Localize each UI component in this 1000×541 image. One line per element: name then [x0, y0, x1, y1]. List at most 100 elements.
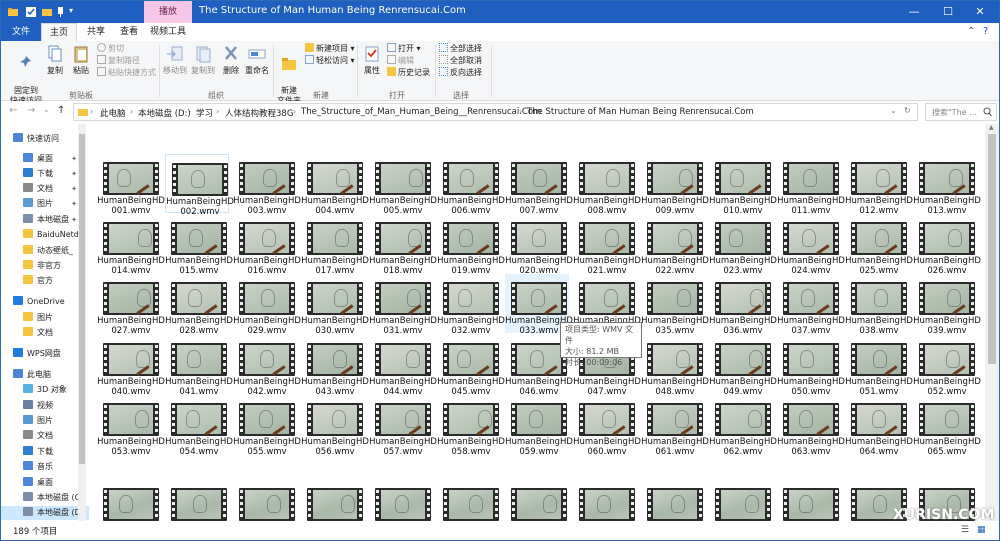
file-item[interactable]: HumanBeingHD 002.wmv [165, 154, 234, 217]
nav-item[interactable]: 下载 [1, 445, 89, 459]
nav-item[interactable]: 下载 ✦ [1, 167, 89, 181]
file-item[interactable]: HumanBeingHD 051.wmv [845, 335, 913, 397]
file-item[interactable] [97, 480, 161, 521]
new-folder-button[interactable]: 新建 文件夹 [275, 44, 303, 106]
file-item[interactable]: HumanBeingHD 003.wmv [233, 154, 301, 216]
breadcrumb-this-pc[interactable]: 此电脑 [100, 107, 126, 119]
nav-item[interactable]: 3D 对象 [1, 383, 89, 397]
refresh-icon[interactable]: ↻ [904, 106, 911, 115]
breadcrumb-drive-d[interactable]: 本地磁盘 (D:) [138, 107, 191, 119]
quick-access-dropdown-icon[interactable]: ▾ [69, 6, 73, 15]
file-item[interactable]: HumanBeingHD 055.wmv [233, 395, 301, 457]
up-arrow-icon[interactable]: ↑ [57, 105, 65, 116]
nav-item[interactable]: 快速访问 [1, 132, 89, 146]
file-item[interactable]: HumanBeingHD 005.wmv [369, 154, 437, 216]
maximize-button[interactable]: ☐ [933, 1, 963, 23]
file-item[interactable]: HumanBeingHD 004.wmv [301, 154, 369, 216]
content-scroll-thumb[interactable] [988, 134, 996, 364]
file-item[interactable]: HumanBeingHD 025.wmv [845, 214, 913, 276]
file-item[interactable]: HumanBeingHD 050.wmv [777, 335, 845, 397]
file-item[interactable]: HumanBeingHD 026.wmv [913, 214, 981, 276]
file-item[interactable]: HumanBeingHD 019.wmv [437, 214, 505, 276]
file-item[interactable]: HumanBeingHD 052.wmv [913, 335, 981, 397]
file-item[interactable]: HumanBeingHD 044.wmv [369, 335, 437, 397]
address-dropdown-icon[interactable]: ⌄ [890, 106, 897, 115]
folder-quick-icon[interactable] [41, 6, 53, 18]
delete-button[interactable]: 删除 [219, 44, 243, 76]
content-scrollbar[interactable]: ▲ ▼ [985, 124, 999, 521]
paste-shortcut-button[interactable]: 粘贴快捷方式 [97, 67, 156, 78]
file-item[interactable]: HumanBeingHD 053.wmv [97, 395, 165, 457]
file-item[interactable]: HumanBeingHD 065.wmv [913, 395, 981, 457]
file-item[interactable]: HumanBeingHD 064.wmv [845, 395, 913, 457]
breadcrumb-course[interactable]: 人体结构教程38G [225, 107, 293, 119]
file-item[interactable] [777, 480, 841, 521]
file-item[interactable]: HumanBeingHD 013.wmv [913, 154, 981, 216]
file-item[interactable]: HumanBeingHD 018.wmv [369, 214, 437, 276]
nav-item[interactable]: 文档 ✦ [1, 182, 89, 196]
nav-item[interactable]: 动态壁纸_ [1, 244, 89, 258]
nav-item[interactable]: 本地磁盘 (D [1, 506, 89, 520]
copy-button[interactable]: 复制 [43, 44, 67, 76]
file-item[interactable]: HumanBeingHD 060.wmv [573, 395, 641, 457]
nav-item[interactable]: WPS网盘 [1, 347, 89, 361]
forward-arrow-icon[interactable]: → [27, 105, 35, 116]
file-item[interactable] [233, 480, 297, 521]
minimize-button[interactable]: — [899, 1, 929, 23]
file-item[interactable]: HumanBeingHD 028.wmv [165, 274, 233, 336]
history-button[interactable]: 历史记录 [387, 67, 430, 78]
file-item[interactable]: HumanBeingHD 054.wmv [165, 395, 233, 457]
select-all-button[interactable]: 全部选择 [439, 43, 482, 54]
nav-item[interactable]: 此电脑 [1, 368, 89, 382]
collapse-ribbon-icon[interactable]: ⌃ [967, 26, 975, 37]
nav-item[interactable]: OneDrive [1, 295, 89, 309]
file-item[interactable]: HumanBeingHD 012.wmv [845, 154, 913, 216]
file-item[interactable]: HumanBeingHD 058.wmv [437, 395, 505, 457]
breadcrumb-current-folder[interactable]: The Structure of Man Human Being Renrens… [527, 107, 754, 117]
cut-button[interactable]: 剪切 [97, 43, 124, 54]
file-item[interactable]: HumanBeingHD 022.wmv [641, 214, 709, 276]
tab-view[interactable]: 查看 [113, 23, 145, 41]
tab-file[interactable]: 文件 [1, 23, 41, 41]
checkbox-icon[interactable] [25, 6, 37, 18]
nav-item[interactable]: 图片 ✦ [1, 197, 89, 211]
file-item[interactable]: HumanBeingHD 023.wmv [709, 214, 777, 276]
breadcrumb-parent-folder[interactable]: The_Structure_of_Man_Human_Being__Renren… [301, 107, 541, 117]
nav-item[interactable]: 文档 [1, 429, 89, 443]
file-item[interactable]: HumanBeingHD 039.wmv [913, 274, 981, 336]
file-item[interactable] [505, 480, 569, 521]
nav-scroll-thumb[interactable] [79, 134, 85, 464]
file-item[interactable]: HumanBeingHD 017.wmv [301, 214, 369, 276]
tab-video-tools[interactable]: 视频工具 [147, 23, 189, 41]
file-item[interactable]: HumanBeingHD 006.wmv [437, 154, 505, 216]
nav-scrollbar[interactable] [78, 124, 86, 521]
help-icon[interactable]: ? [983, 26, 988, 37]
file-item[interactable] [709, 480, 773, 521]
file-item[interactable]: HumanBeingHD 029.wmv [233, 274, 301, 336]
file-item[interactable]: HumanBeingHD 031.wmv [369, 274, 437, 336]
rename-button[interactable]: 重命名 [243, 44, 271, 76]
file-item[interactable]: HumanBeingHD 010.wmv [709, 154, 777, 216]
file-item[interactable]: HumanBeingHD 061.wmv [641, 395, 709, 457]
file-item[interactable]: HumanBeingHD 041.wmv [165, 335, 233, 397]
file-item[interactable]: HumanBeingHD 042.wmv [233, 335, 301, 397]
close-button[interactable]: ✕ [965, 1, 995, 23]
nav-item[interactable]: 桌面 [1, 476, 89, 490]
file-item[interactable]: HumanBeingHD 021.wmv [573, 214, 641, 276]
move-to-button[interactable]: 移动到 [161, 44, 189, 76]
file-item[interactable]: HumanBeingHD 001.wmv [97, 154, 165, 216]
file-item[interactable]: HumanBeingHD 015.wmv [165, 214, 233, 276]
file-item[interactable]: HumanBeingHD 020.wmv [505, 214, 573, 276]
file-item[interactable]: HumanBeingHD 045.wmv [437, 335, 505, 397]
file-item[interactable]: HumanBeingHD 040.wmv [97, 335, 165, 397]
nav-item[interactable]: 本地磁盘 ✦ [1, 213, 89, 227]
nav-item[interactable]: 本地磁盘 (C [1, 491, 89, 505]
file-item[interactable]: HumanBeingHD 037.wmv [777, 274, 845, 336]
nav-item[interactable]: 图片 [1, 414, 89, 428]
file-item[interactable]: HumanBeingHD 059.wmv [505, 395, 573, 457]
address-bar[interactable]: › 此电脑 › 本地磁盘 (D:) › 学习 › 人体结构教程38G › The… [73, 103, 918, 121]
file-item[interactable]: HumanBeingHD 049.wmv [709, 335, 777, 397]
tab-home[interactable]: 主页 [41, 23, 77, 41]
file-item[interactable]: HumanBeingHD 016.wmv [233, 214, 301, 276]
large-icons-view-icon[interactable]: ▦ [977, 525, 986, 535]
